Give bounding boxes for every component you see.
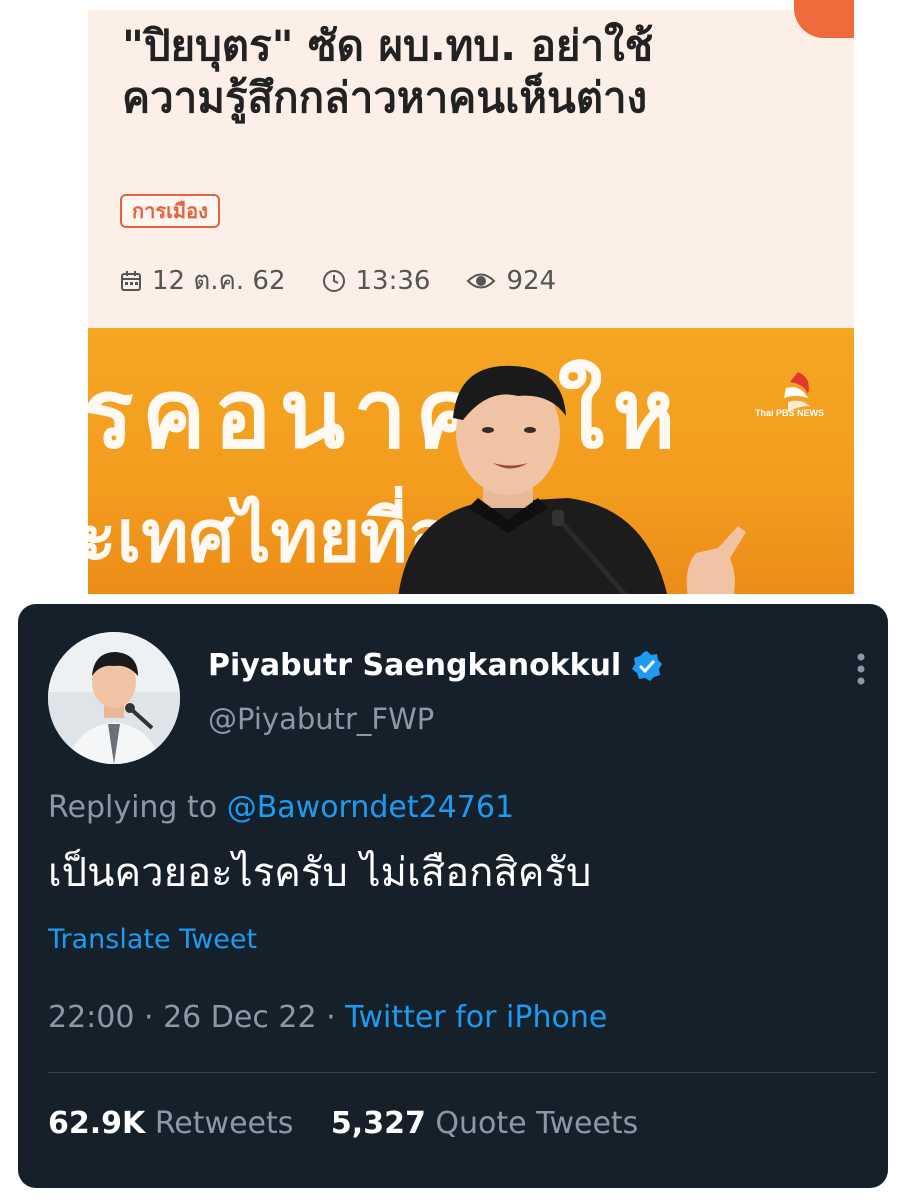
- news-photo[interactable]: รคอนาคตให ะเทศไทยที่อนาคต Thai PBS NEWS: [88, 328, 854, 594]
- avatar[interactable]: [48, 632, 180, 764]
- replying-to: Replying to @Baworndet24761: [48, 790, 514, 825]
- verified-badge-icon: [632, 650, 663, 681]
- clock-icon: [322, 269, 345, 292]
- tweet-text: เป็นควยอะไรครับ ไม่เสือกสิครับ: [48, 850, 592, 896]
- reply-mention-link[interactable]: @Baworndet24761: [227, 790, 514, 825]
- eye-icon: [467, 273, 496, 288]
- retweets-count[interactable]: 62.9K: [48, 1106, 145, 1141]
- broadcaster-logo-text: Thai PBS NEWS: [754, 408, 824, 418]
- tweet-timestamp[interactable]: 22:00 · 26 Dec 22 ·: [48, 1000, 336, 1035]
- share-icon[interactable]: [794, 0, 854, 38]
- views-meta: 924: [466, 266, 556, 296]
- news-headline[interactable]: "ปิยบุตร" ซัด ผบ.ทบ. อย่าใช้ ความรู้สึกก…: [122, 20, 762, 124]
- display-name-text: Piyabutr Saengkanokkul: [208, 648, 622, 683]
- display-name[interactable]: Piyabutr Saengkanokkul: [208, 648, 663, 683]
- tweet-stats: 62.9K Retweets 5,327 Quote Tweets: [48, 1106, 666, 1141]
- translate-tweet-link[interactable]: Translate Tweet: [48, 924, 257, 955]
- calendar-icon: [121, 270, 141, 291]
- news-headline-line-2: ความรู้สึกกล่าวหาคนเห็นต่าง: [122, 73, 648, 122]
- tweet-timestamp-row: 22:00 · 26 Dec 22 · Twitter for iPhone: [48, 1000, 607, 1035]
- quote-tweets-label[interactable]: Quote Tweets: [435, 1106, 638, 1141]
- date-meta: 12 ต.ค. 62: [120, 260, 286, 301]
- user-handle[interactable]: @Piyabutr_FWP: [208, 702, 434, 736]
- news-meta: 12 ต.ค. 62 13:36 924: [120, 260, 592, 301]
- tweet-card: Piyabutr Saengkanokkul @Piyabutr_FWP Rep…: [18, 604, 888, 1188]
- divider: [48, 1072, 876, 1073]
- news-time: 13:36: [355, 265, 431, 296]
- news-date: 12 ต.ค. 62: [152, 266, 286, 296]
- tweet-source-link[interactable]: Twitter for iPhone: [345, 1000, 607, 1035]
- news-card: "ปิยบุตร" ซัด ผบ.ทบ. อย่าใช้ ความรู้สึกก…: [88, 0, 854, 328]
- avatar-photo: [48, 632, 180, 764]
- category-tag[interactable]: การเมือง: [120, 194, 220, 228]
- retweets-label[interactable]: Retweets: [155, 1106, 294, 1141]
- news-headline-line-1: "ปิยบุตร" ซัด ผบ.ทบ. อย่าใช้: [122, 21, 654, 70]
- news-views: 924: [506, 265, 557, 296]
- speaker-figure: [398, 365, 746, 594]
- more-options-icon[interactable]: [856, 652, 866, 686]
- time-meta: 13:36: [322, 265, 431, 296]
- quote-tweets-count[interactable]: 5,327: [331, 1106, 426, 1141]
- replying-prefix: Replying to: [48, 790, 218, 825]
